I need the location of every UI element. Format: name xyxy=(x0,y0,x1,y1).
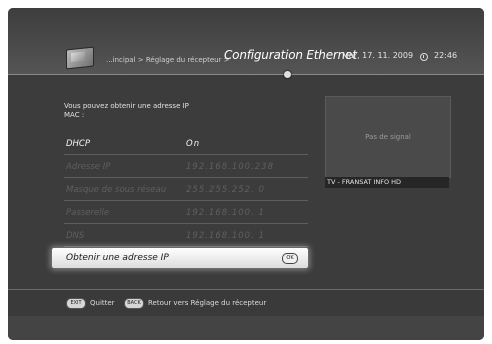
dhcp-row[interactable]: DHCP On xyxy=(64,134,308,155)
dns-row[interactable]: DNS 192.168.100. 1 xyxy=(64,226,308,247)
obtain-ip-button[interactable]: Obtenir une adresse IP OK xyxy=(52,248,308,268)
ip-address-value: 192.168.100.238 xyxy=(186,162,275,172)
tv-icon xyxy=(66,46,94,70)
gateway-value: 192.168.100. 1 xyxy=(186,208,265,218)
ok-button-icon: OK xyxy=(282,253,298,264)
bottom-strip xyxy=(8,316,484,340)
back-key-icon[interactable]: BACK xyxy=(124,298,144,309)
time-display: 22:46 xyxy=(434,51,458,60)
ip-address-label: Adresse IP xyxy=(66,162,111,172)
gateway-label: Passerelle xyxy=(66,208,110,218)
intro-text: Vous pouvez obtenir une adresse IP MAC : xyxy=(64,102,189,120)
footer-bar: EXIT Quitter BACK Retour vers Réglage du… xyxy=(8,289,484,316)
dns-label: DNS xyxy=(66,231,85,241)
channel-name: TV - FRANSAT INFO HD xyxy=(325,177,449,188)
obtain-ip-label: Obtenir une adresse IP xyxy=(66,253,169,263)
gateway-row[interactable]: Passerelle 192.168.100. 1 xyxy=(64,203,308,224)
back-label: Retour vers Réglage du récepteur xyxy=(148,299,267,307)
clock-icon xyxy=(420,53,428,61)
ip-address-row[interactable]: Adresse IP 192.168.100.238 xyxy=(64,157,308,178)
date-display: Mar, 17. 11. 2009 xyxy=(342,51,414,60)
mac-label: MAC : xyxy=(64,111,85,119)
header-divider xyxy=(8,74,484,75)
subnet-mask-value: 255.255.252. 0 xyxy=(186,185,265,195)
header-bar: ...incipal > Réglage du récepteur > Conf… xyxy=(8,8,484,74)
dns-value: 192.168.100. 1 xyxy=(186,231,265,241)
tv-screen: ...incipal > Réglage du récepteur > Conf… xyxy=(8,8,484,340)
exit-key-icon[interactable]: EXIT xyxy=(66,298,86,309)
position-indicator xyxy=(284,71,291,78)
exit-label: Quitter xyxy=(90,299,115,307)
breadcrumb: ...incipal > Réglage du récepteur > xyxy=(106,56,230,64)
no-signal-text: Pas de signal xyxy=(365,133,411,141)
page-title: Configuration Ethernet xyxy=(224,48,357,62)
dhcp-value: On xyxy=(186,139,201,149)
intro-line: Vous pouvez obtenir une adresse IP xyxy=(64,102,189,110)
video-preview: Pas de signal xyxy=(325,96,451,178)
subnet-mask-row[interactable]: Masque de sous réseau 255.255.252. 0 xyxy=(64,180,308,201)
subnet-mask-label: Masque de sous réseau xyxy=(66,185,167,195)
dhcp-label: DHCP xyxy=(66,139,90,149)
